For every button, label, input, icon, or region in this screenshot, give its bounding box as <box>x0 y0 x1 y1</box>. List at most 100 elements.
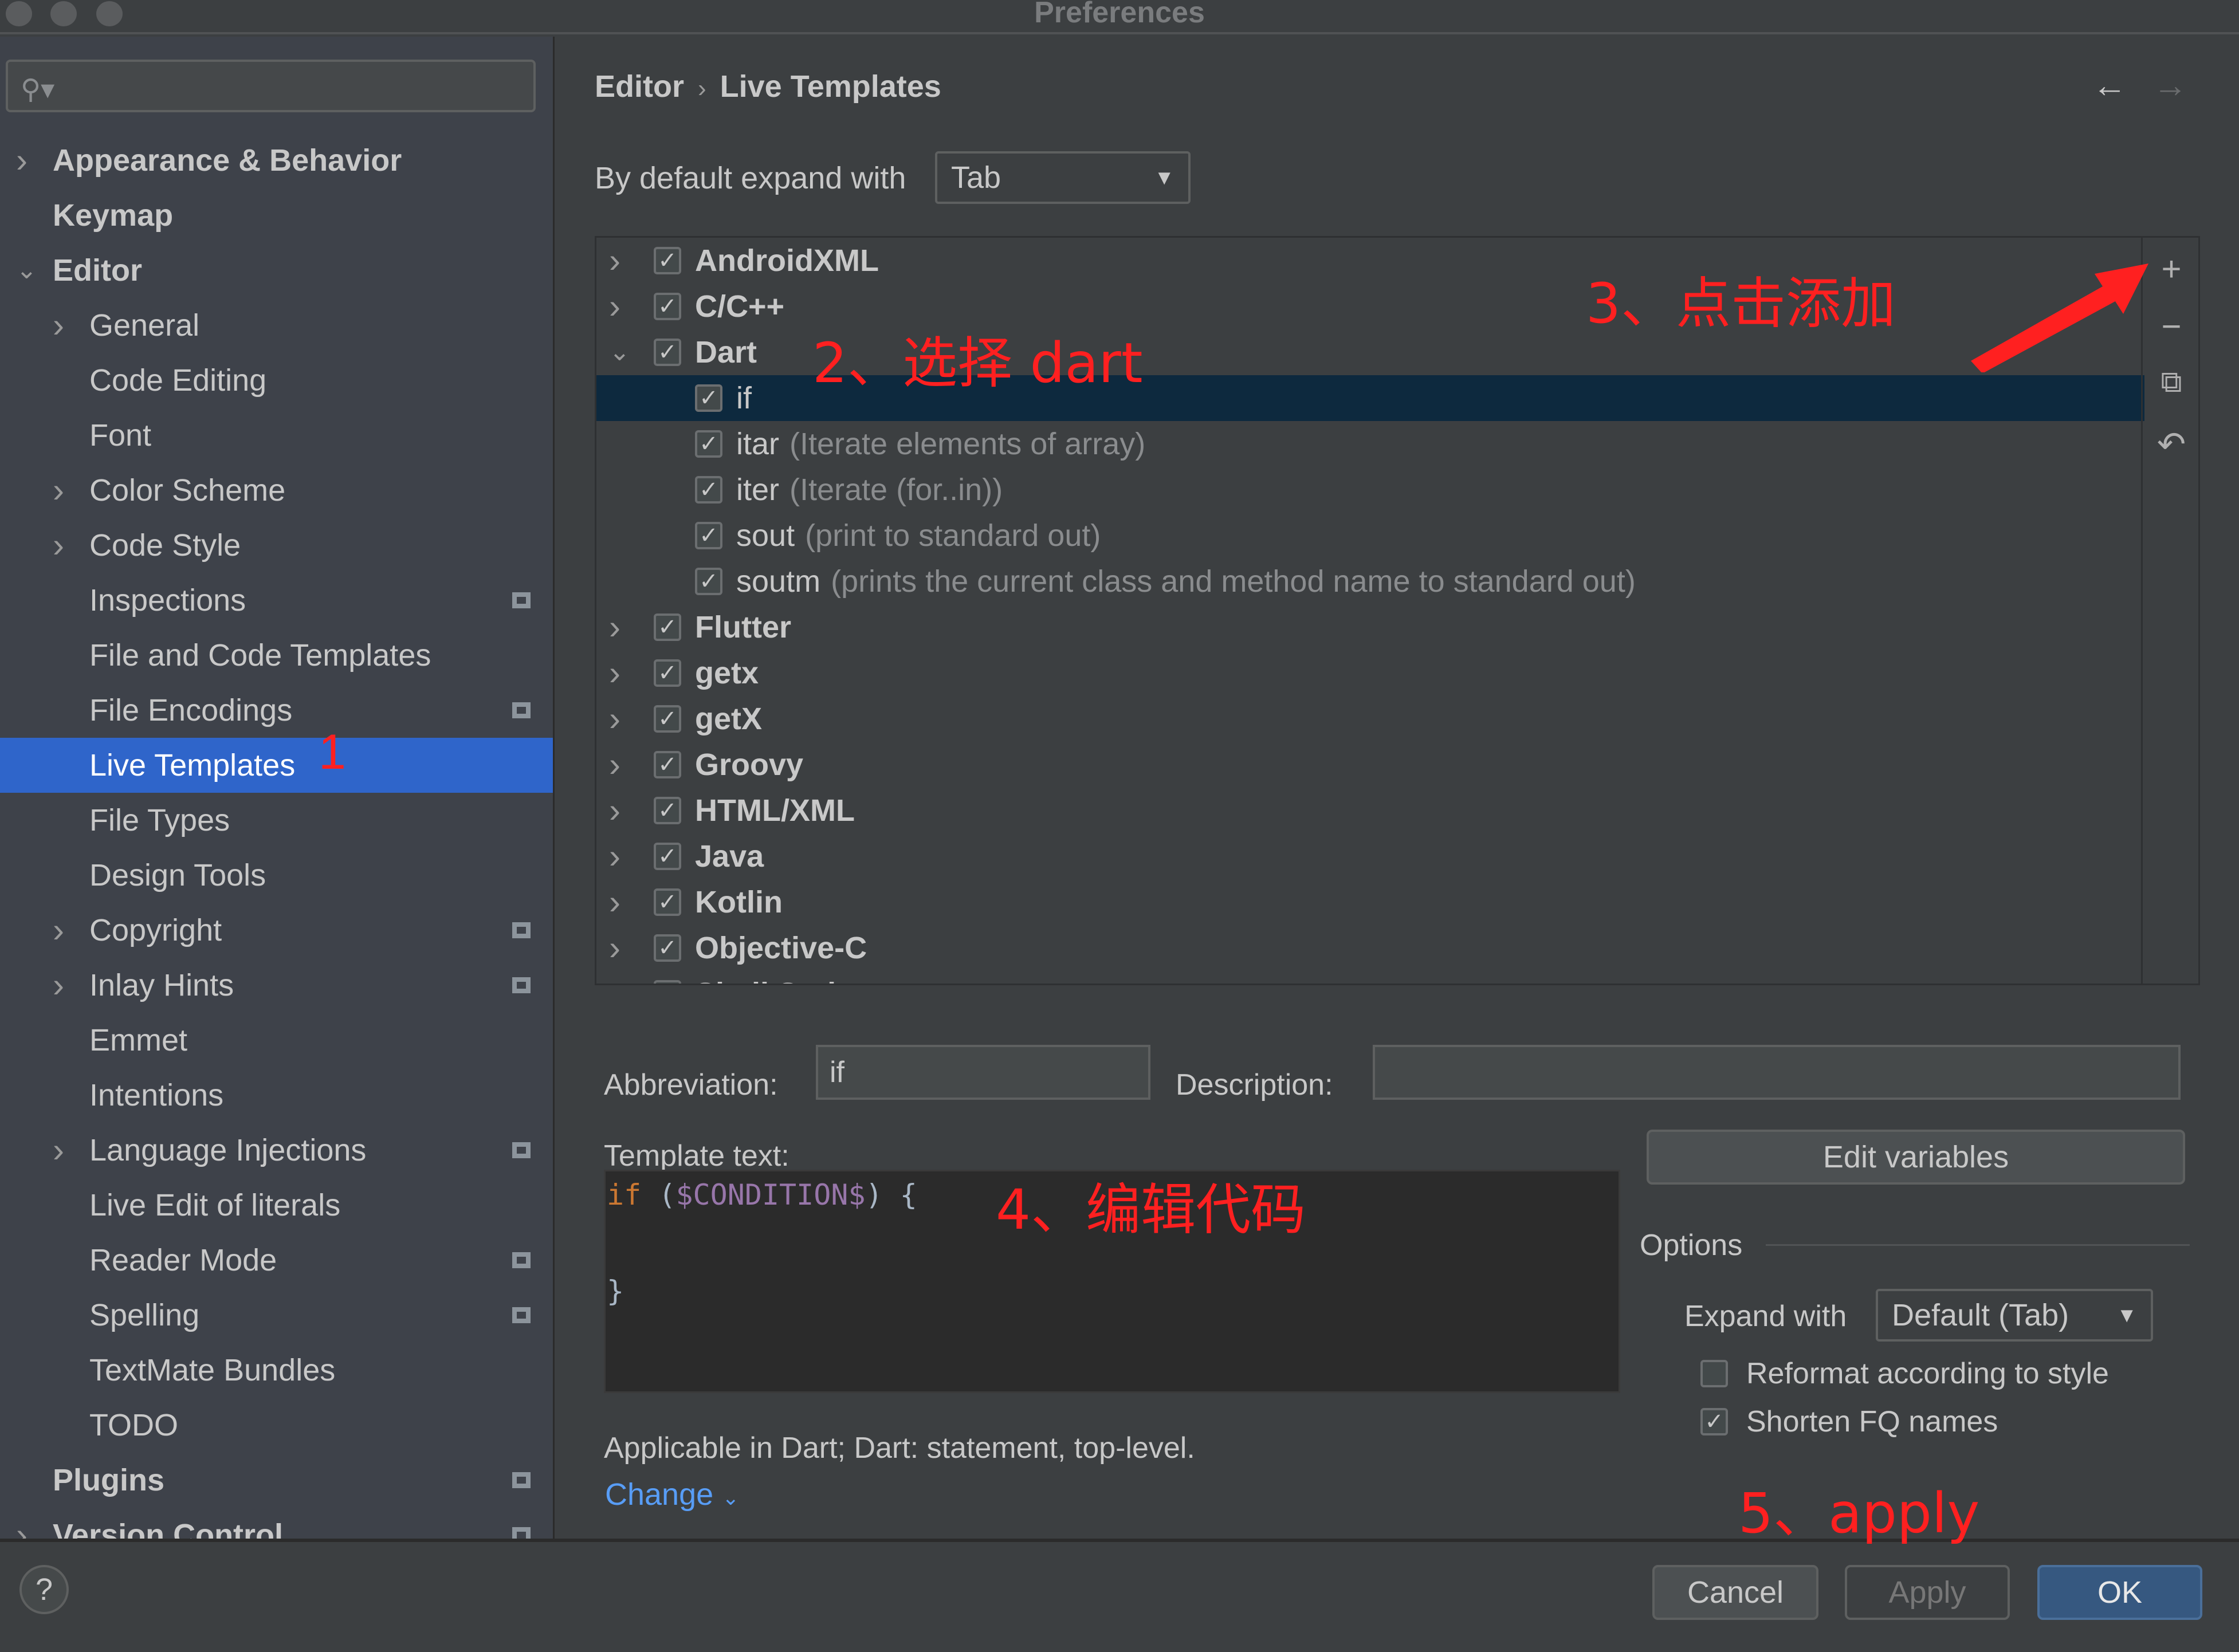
enable-checkbox[interactable]: ✓ <box>654 843 681 870</box>
chevron-right-icon[interactable]: › <box>609 604 620 650</box>
sidebar-item[interactable]: TODO <box>0 1398 553 1453</box>
sidebar-item[interactable]: Emmet <box>0 1013 553 1068</box>
sidebar-item[interactable]: › General <box>0 298 553 353</box>
template-group-row[interactable]: › ✓ Shell Script <box>596 971 2144 984</box>
enable-checkbox[interactable]: ✓ <box>695 522 722 549</box>
chevron-right-icon[interactable]: › <box>53 463 64 518</box>
chevron-down-icon[interactable]: ⌄ <box>609 329 630 375</box>
sidebar-item[interactable]: › Code Style <box>0 518 553 573</box>
sidebar-item[interactable]: › Copyright <box>0 903 553 958</box>
chevron-right-icon[interactable]: › <box>609 650 620 696</box>
reformat-checkbox[interactable] <box>1700 1360 1728 1387</box>
enable-checkbox[interactable]: ✓ <box>654 659 681 687</box>
chevron-right-icon[interactable]: › <box>609 971 620 984</box>
template-group-row[interactable]: › ✓ Groovy <box>596 742 2144 788</box>
enable-checkbox[interactable]: ✓ <box>654 705 681 733</box>
chevron-right-icon[interactable]: › <box>53 903 64 958</box>
enable-checkbox[interactable]: ✓ <box>654 888 681 916</box>
chevron-right-icon[interactable]: › <box>53 298 64 353</box>
sidebar-item[interactable]: Keymap <box>0 188 553 243</box>
enable-checkbox[interactable]: ✓ <box>654 751 681 778</box>
sidebar-item[interactable]: › Color Scheme <box>0 463 553 518</box>
chevron-right-icon[interactable]: › <box>53 958 64 1013</box>
template-group-row[interactable]: › ✓ HTML/XML <box>596 788 2144 833</box>
sidebar-item[interactable]: File Types <box>0 793 553 848</box>
sidebar-item[interactable]: File Encodings <box>0 683 553 738</box>
sidebar-item[interactable]: Design Tools <box>0 848 553 903</box>
help-button[interactable]: ? <box>19 1565 69 1614</box>
chevron-right-icon[interactable]: › <box>609 788 620 833</box>
sidebar-item[interactable]: › Inlay Hints <box>0 958 553 1013</box>
abbreviation-input[interactable]: if <box>816 1045 1150 1100</box>
enable-checkbox[interactable]: ✓ <box>654 797 681 824</box>
sidebar-item[interactable]: Live Templates <box>0 738 553 793</box>
chevron-right-icon[interactable]: › <box>609 879 620 925</box>
enable-checkbox[interactable]: ✓ <box>695 430 722 458</box>
sidebar-item[interactable]: Plugins <box>0 1453 553 1508</box>
chevron-right-icon[interactable]: › <box>609 238 620 284</box>
sidebar-item[interactable]: Inspections <box>0 573 553 628</box>
sidebar-item[interactable]: › Language Injections <box>0 1123 553 1178</box>
chevron-down-icon[interactable]: ⌄ <box>16 243 37 298</box>
cancel-button[interactable]: Cancel <box>1652 1565 1818 1620</box>
sidebar-item[interactable]: Spelling <box>0 1288 553 1343</box>
sidebar-item[interactable]: Reader Mode <box>0 1233 553 1288</box>
forward-arrow-icon[interactable]: → <box>2153 65 2187 105</box>
sidebar-item[interactable]: File and Code Templates <box>0 628 553 683</box>
back-arrow-icon[interactable]: ← <box>2092 65 2127 105</box>
template-group-row[interactable]: › ✓ AndroidXML <box>596 238 2144 284</box>
default-expand-label: By default expand with <box>595 161 906 195</box>
sidebar-item-label: File and Code Templates <box>89 638 431 672</box>
ok-button[interactable]: OK <box>2037 1565 2202 1620</box>
expand-with-select[interactable]: Default (Tab) ▼ <box>1876 1289 2153 1342</box>
sidebar-item[interactable]: › Version Control <box>0 1508 553 1539</box>
sidebar-item[interactable]: Font <box>0 408 553 463</box>
sidebar-item[interactable]: ⌄ Editor <box>0 243 553 298</box>
shorten-fq-checkbox[interactable]: ✓ <box>1700 1408 1728 1435</box>
enable-checkbox[interactable]: ✓ <box>654 247 681 274</box>
enable-checkbox[interactable]: ✓ <box>654 339 681 366</box>
enable-checkbox[interactable]: ✓ <box>695 384 722 412</box>
restore-defaults-icon[interactable]: ↶ <box>2143 424 2198 465</box>
edit-variables-button[interactable]: Edit variables <box>1647 1130 2185 1185</box>
template-row[interactable]: ✓ itar (Iterate elements of array) <box>596 421 2144 467</box>
template-group-row[interactable]: › ✓ getx <box>596 650 2144 696</box>
sidebar-item[interactable]: › Appearance & Behavior <box>0 133 553 188</box>
sidebar-item-label: Inlay Hints <box>89 968 234 1002</box>
sidebar-item[interactable]: Live Edit of literals <box>0 1178 553 1233</box>
sidebar-item[interactable]: TextMate Bundles <box>0 1343 553 1398</box>
chevron-right-icon[interactable]: › <box>609 742 620 788</box>
enable-checkbox[interactable]: ✓ <box>654 980 681 984</box>
default-expand-select[interactable]: Tab ▼ <box>935 151 1191 204</box>
chevron-right-icon[interactable]: › <box>609 284 620 329</box>
settings-search-input[interactable]: ⚲▾ <box>6 60 536 112</box>
enable-checkbox[interactable]: ✓ <box>654 293 681 320</box>
enable-checkbox[interactable]: ✓ <box>695 568 722 595</box>
chevron-right-icon[interactable]: › <box>609 925 620 971</box>
breadcrumb-editor[interactable]: Editor <box>595 69 684 104</box>
shorten-fq-label: Shorten FQ names <box>1746 1405 1998 1438</box>
reformat-label: Reformat according to style <box>1746 1357 2109 1390</box>
template-row[interactable]: ✓ iter (Iterate (for..in)) <box>596 467 2144 513</box>
template-row[interactable]: ✓ sout (print to standard out) <box>596 513 2144 558</box>
enable-checkbox[interactable]: ✓ <box>654 613 681 641</box>
enable-checkbox[interactable]: ✓ <box>695 476 722 504</box>
sidebar-item[interactable]: Intentions <box>0 1068 553 1123</box>
apply-button[interactable]: Apply <box>1845 1565 2010 1620</box>
chevron-right-icon[interactable]: › <box>53 1123 64 1178</box>
chevron-right-icon[interactable]: › <box>16 133 28 188</box>
chevron-right-icon[interactable]: › <box>53 518 64 573</box>
chevron-right-icon[interactable]: › <box>609 833 620 879</box>
template-group-row[interactable]: › ✓ Objective-C <box>596 925 2144 971</box>
change-context-link[interactable]: Change ⌄ <box>605 1477 739 1512</box>
template-group-row[interactable]: › ✓ Flutter <box>596 604 2144 650</box>
chevron-right-icon[interactable]: › <box>609 696 620 742</box>
sidebar-item[interactable]: Code Editing <box>0 353 553 408</box>
template-row[interactable]: ✓ soutm (prints the current class and meth… <box>596 558 2144 604</box>
description-input[interactable] <box>1373 1045 2181 1100</box>
template-group-row[interactable]: › ✓ Java <box>596 833 2144 879</box>
template-group-row[interactable]: › ✓ getX <box>596 696 2144 742</box>
template-group-row[interactable]: › ✓ Kotlin <box>596 879 2144 925</box>
enable-checkbox[interactable]: ✓ <box>654 934 681 962</box>
chevron-right-icon[interactable]: › <box>16 1508 28 1539</box>
